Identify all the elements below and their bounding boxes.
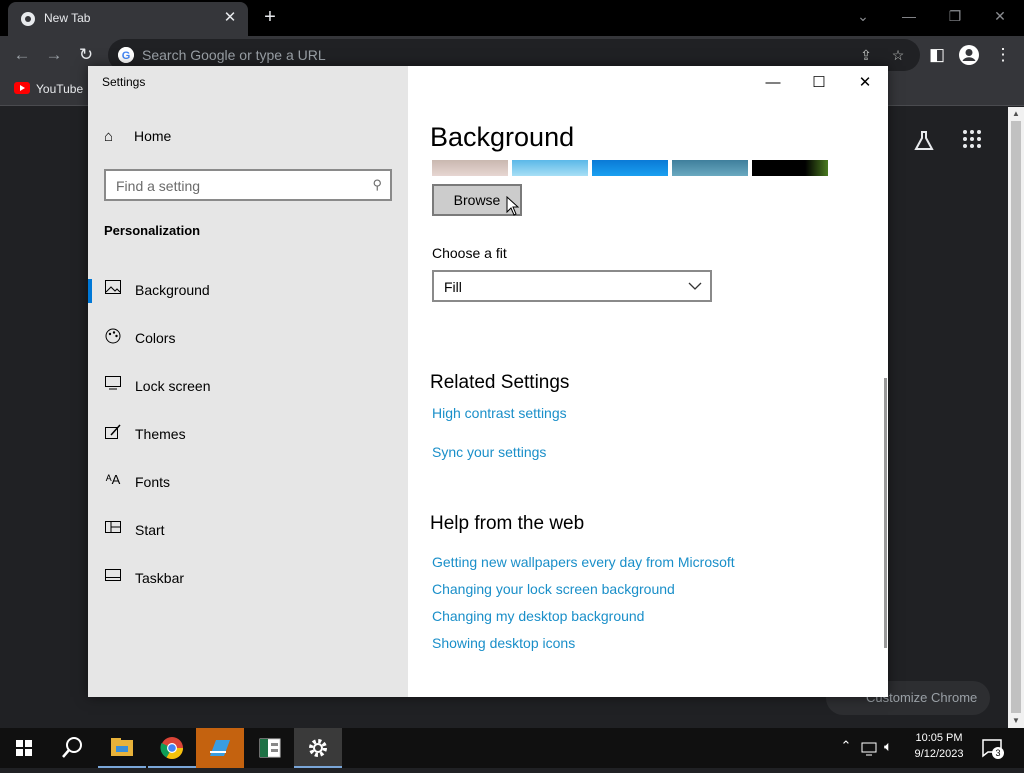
find-setting-input[interactable]: Find a setting ⚲ xyxy=(104,169,392,201)
chrome-logo-icon xyxy=(21,12,35,26)
address-bar-placeholder: Search Google or type a URL xyxy=(142,47,326,63)
chrome-menu-icon[interactable]: ⋮ xyxy=(992,44,1014,66)
minimize-icon[interactable]: — xyxy=(897,4,921,28)
new-tab-button[interactable]: + xyxy=(258,6,282,30)
scroll-up-icon[interactable]: ▲ xyxy=(1008,107,1024,121)
help-link[interactable]: Getting new wallpapers every day from Mi… xyxy=(432,554,735,570)
start-icon xyxy=(104,520,122,536)
nav-item-label: Taskbar xyxy=(135,570,185,586)
settings-taskbar-icon[interactable] xyxy=(294,728,342,768)
recent-image-4[interactable] xyxy=(672,160,748,176)
scrollbar-thumb[interactable] xyxy=(1011,121,1021,713)
taskbar-icon xyxy=(104,568,122,584)
forward-icon[interactable]: → xyxy=(43,44,65,66)
high-contrast-link[interactable]: High contrast settings xyxy=(432,405,567,421)
taskbar-time[interactable]: 10:05 PM xyxy=(906,732,972,744)
reload-icon[interactable]: ↻ xyxy=(75,44,97,66)
bookmark-youtube[interactable]: YouTube xyxy=(14,82,83,96)
recent-image-3[interactable] xyxy=(592,160,668,176)
home-icon: ⌂ xyxy=(104,128,114,145)
nav-item-label: Lock screen xyxy=(135,378,211,394)
related-settings-heading: Related Settings xyxy=(430,372,570,393)
windows-start-icon[interactable] xyxy=(0,728,48,768)
nav-item-label: Background xyxy=(135,282,210,298)
themes-icon xyxy=(104,424,122,443)
help-link[interactable]: Changing my desktop background xyxy=(432,608,644,624)
notifications-icon[interactable]: 3 xyxy=(980,736,1004,760)
page-scrollbar[interactable]: ▲ ▼ xyxy=(1008,107,1024,728)
picture-icon xyxy=(104,280,122,297)
tab-search-icon[interactable]: ⌄ xyxy=(851,4,875,28)
palette-icon xyxy=(104,328,122,347)
recent-image-1[interactable] xyxy=(432,160,508,176)
network-icon[interactable] xyxy=(860,738,880,758)
help-link[interactable]: Showing desktop icons xyxy=(432,635,575,651)
notification-count-badge: 3 xyxy=(992,747,1004,759)
choose-fit-dropdown[interactable]: Fill xyxy=(432,270,712,302)
nav-home-label: Home xyxy=(134,128,172,144)
windows-taskbar: ⌃ 🔈︎ 10:05 PM 9/12/2023 3 xyxy=(0,728,1024,768)
google-apps-icon[interactable] xyxy=(962,129,982,155)
choose-fit-value: Fill xyxy=(444,279,462,295)
chrome-tab-strip: New Tab ✕ + ⌄ — ❐ ✕ xyxy=(0,0,1024,36)
profile-icon[interactable] xyxy=(958,44,980,66)
restore-icon[interactable]: ❐ xyxy=(943,4,967,28)
nav-item-label: Themes xyxy=(135,426,186,442)
settings-content: Background Browse Choose a fit Fill Rela… xyxy=(408,66,888,697)
show-hidden-icons-icon[interactable]: ⌃ xyxy=(836,738,856,758)
tab-title: New Tab xyxy=(44,11,91,25)
settings-window-title: Settings xyxy=(102,75,146,89)
volume-icon[interactable]: 🔈︎ xyxy=(884,738,904,758)
nav-item-start[interactable]: Start xyxy=(88,510,408,550)
recent-image-2[interactable] xyxy=(512,160,588,176)
nav-item-background[interactable]: Background xyxy=(88,270,408,310)
content-scrollbar[interactable] xyxy=(884,378,887,648)
close-icon[interactable]: ✕ xyxy=(988,4,1012,28)
tab-new-tab[interactable]: New Tab ✕ xyxy=(8,2,248,36)
search-icon[interactable] xyxy=(48,728,96,768)
mouse-cursor-icon xyxy=(506,196,520,216)
bookmark-youtube-label: YouTube xyxy=(36,82,84,96)
nav-item-label: Start xyxy=(135,522,165,538)
youtube-icon xyxy=(14,82,30,94)
svg-text:G: G xyxy=(122,50,131,62)
help-web-heading: Help from the web xyxy=(430,513,585,534)
bookmark-star-icon[interactable]: ☆ xyxy=(888,47,908,65)
chevron-down-icon xyxy=(688,276,702,299)
nav-home[interactable]: ⌂ Home xyxy=(104,128,171,145)
tab-close-icon[interactable]: ✕ xyxy=(220,8,240,28)
share-icon[interactable]: ⇪ xyxy=(856,47,876,65)
search-icon: ⚲ xyxy=(372,177,382,192)
find-setting-placeholder: Find a setting xyxy=(116,178,201,194)
file-explorer-icon[interactable] xyxy=(98,728,146,768)
google-icon: G xyxy=(118,47,134,63)
choose-fit-label: Choose a fit xyxy=(432,245,507,261)
scroll-down-icon[interactable]: ▼ xyxy=(1008,714,1024,728)
settings-nav-pane: Settings ⌂ Home Find a setting ⚲ Personal… xyxy=(88,66,408,697)
nav-item-colors[interactable]: Colors xyxy=(88,318,408,358)
nav-item-lock-screen[interactable]: Lock screen xyxy=(88,366,408,406)
nav-item-label: Fonts xyxy=(135,474,171,490)
help-link[interactable]: Changing your lock screen background xyxy=(432,581,675,597)
nav-section-title: Personalization xyxy=(104,223,201,238)
app-taskbar-icon[interactable] xyxy=(196,728,244,768)
fonts-icon: ᴬA xyxy=(105,472,121,487)
page-title: Background xyxy=(430,122,575,152)
recent-image-5[interactable] xyxy=(752,160,828,176)
nav-item-taskbar[interactable]: Taskbar xyxy=(88,558,408,598)
nav-item-label: Colors xyxy=(135,330,176,346)
settings-window: Settings ⌂ Home Find a setting ⚲ Personal… xyxy=(88,66,888,697)
spreadsheet-app-icon[interactable] xyxy=(246,728,294,768)
back-icon[interactable]: ← xyxy=(11,44,33,66)
nav-item-themes[interactable]: Themes xyxy=(88,414,408,454)
nav-item-fonts[interactable]: ᴬA Fonts xyxy=(88,462,408,502)
side-panel-icon[interactable]: ◧ xyxy=(926,44,948,66)
sync-settings-link[interactable]: Sync your settings xyxy=(432,444,546,460)
lock-screen-icon xyxy=(104,376,122,393)
chrome-taskbar-icon[interactable] xyxy=(148,728,196,768)
taskbar-date[interactable]: 9/12/2023 xyxy=(906,748,972,760)
labs-flask-icon[interactable] xyxy=(912,129,936,159)
